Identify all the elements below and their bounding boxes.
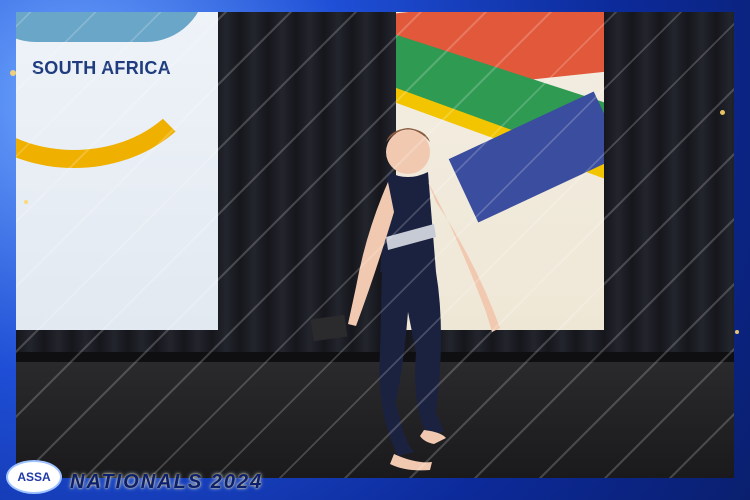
event-title: NATIONALS 2024	[70, 471, 264, 493]
dancer-head	[386, 130, 430, 174]
dancer-prop	[310, 314, 348, 342]
dancer-legs	[379, 272, 444, 456]
left-banner: SOUTH AFRICA	[16, 12, 218, 330]
sparkle-decoration	[10, 70, 16, 76]
sparkle-decoration	[720, 110, 725, 115]
sparkle-decoration	[24, 200, 28, 204]
sparkle-decoration	[735, 330, 739, 334]
dancer-figure	[310, 128, 500, 471]
stage-photo: SOUTH AFRICA	[16, 12, 734, 478]
assa-logo: ASSA	[6, 460, 62, 494]
footer-bar: ASSA NATIONALS 2024	[0, 460, 750, 500]
banner-left-text: SOUTH AFRICA	[32, 58, 171, 78]
banner-left-ring	[16, 12, 212, 168]
photo-frame: SOUTH AFRICA ASSA NATIONALS 2024	[0, 0, 750, 500]
